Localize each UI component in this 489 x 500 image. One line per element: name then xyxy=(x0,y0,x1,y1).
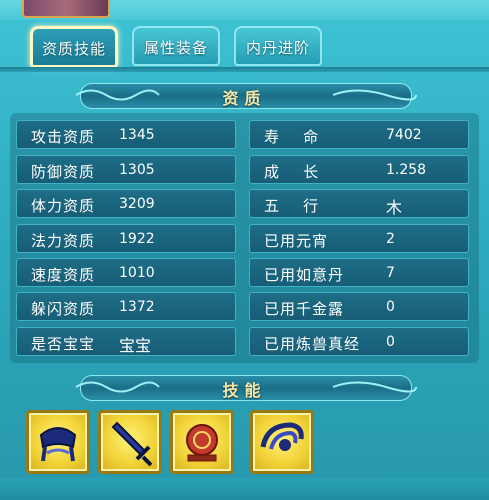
stat-value: 2 xyxy=(386,231,395,247)
stat-label: 法力资质 xyxy=(31,232,96,250)
stat-value: 0 xyxy=(386,334,395,350)
stat-row: 已用千金露 0 xyxy=(249,292,469,321)
stat-row: 成 长 1.258 xyxy=(249,155,469,184)
stat-value: 1372 xyxy=(119,299,155,315)
stat-label: 防御资质 xyxy=(31,163,96,181)
skill-slot-4[interactable] xyxy=(250,410,314,474)
stat-label: 是否宝宝 xyxy=(31,335,96,353)
stat-value: 0 xyxy=(386,299,395,315)
stat-value: 7402 xyxy=(386,127,422,143)
stat-row: 是否宝宝 宝宝 xyxy=(16,327,236,356)
stat-row: 躲闪资质 1372 xyxy=(16,292,236,321)
aptitude-title: 资质 xyxy=(222,89,267,108)
stat-row: 已用如意丹 7 xyxy=(249,258,469,287)
stat-row: 已用炼兽真经 0 xyxy=(249,327,469,356)
stat-row: 攻击资质 1345 xyxy=(16,120,236,149)
stat-value: 宝宝 xyxy=(119,336,152,355)
stat-row: 五 行 木 xyxy=(249,189,469,218)
stat-value: 木 xyxy=(386,198,403,217)
eye-icon xyxy=(260,422,304,451)
stat-row: 速度资质 1010 xyxy=(16,258,236,287)
pet-avatar[interactable] xyxy=(22,0,110,18)
stat-label: 已用炼兽真经 xyxy=(264,335,361,353)
tab-inner-core[interactable]: 内丹进阶 xyxy=(234,26,322,66)
skill-slot-1[interactable] xyxy=(26,410,90,474)
stat-label: 速度资质 xyxy=(31,266,96,284)
stat-value: 1.258 xyxy=(386,162,427,178)
skill-slot-2[interactable] xyxy=(98,410,162,474)
stat-value: 1010 xyxy=(119,265,155,281)
tab-divider xyxy=(0,67,489,72)
skills-title: 技能 xyxy=(222,381,267,400)
stat-row: 防御资质 1305 xyxy=(16,155,236,184)
stat-label: 已用如意丹 xyxy=(264,266,345,284)
stat-value: 1922 xyxy=(119,231,155,247)
skill-slot-3[interactable] xyxy=(170,410,234,474)
stat-row: 寿 命 7402 xyxy=(249,120,469,149)
helmet-icon xyxy=(39,427,77,462)
stat-row: 体力资质 3209 xyxy=(16,189,236,218)
stat-value: 7 xyxy=(386,265,395,281)
stat-row: 已用元宵 2 xyxy=(249,224,469,253)
stat-row: 法力资质 1922 xyxy=(16,224,236,253)
shield-icon xyxy=(186,424,218,462)
stat-label: 成 长 xyxy=(264,163,320,181)
stat-label: 已用千金露 xyxy=(264,300,345,318)
stat-label: 已用元宵 xyxy=(264,232,329,250)
stat-value: 1305 xyxy=(119,162,155,178)
stat-label: 五 行 xyxy=(264,197,320,215)
tab-attributes-equipment[interactable]: 属性装备 xyxy=(132,26,220,66)
bottom-border xyxy=(0,478,489,500)
stat-label: 体力资质 xyxy=(31,197,96,215)
sword-icon xyxy=(111,421,153,467)
stat-value: 3209 xyxy=(119,196,155,212)
stat-label: 攻击资质 xyxy=(31,128,96,146)
stat-label: 寿 命 xyxy=(264,128,320,146)
tab-aptitude-skills[interactable]: 资质技能 xyxy=(30,26,118,68)
stat-label: 躲闪资质 xyxy=(31,300,96,318)
stat-value: 1345 xyxy=(119,127,155,143)
